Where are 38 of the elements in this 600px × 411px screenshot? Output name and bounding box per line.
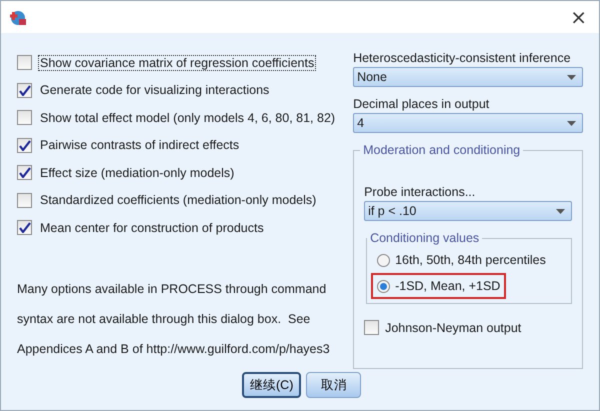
field-label: Probe interactions... [364, 185, 476, 199]
checkbox-label[interactable]: Generate code for visualizing interactions [38, 82, 272, 98]
dropdown-arrow-icon [567, 74, 576, 80]
radio-label[interactable]: -1SD, Mean, +1SD [395, 279, 500, 293]
close-button[interactable]: × [566, 7, 591, 27]
checkbox-label[interactable]: Pairwise contrasts of indirect effects [38, 137, 242, 154]
info-text: syntax are not available through this dialog box. See [17, 310, 312, 328]
checkbox[interactable] [17, 138, 32, 153]
checkbox[interactable] [17, 192, 32, 208]
inference-dropdown[interactable]: None [353, 67, 583, 87]
checkbox[interactable] [17, 220, 32, 236]
checkbox-label[interactable]: Mean center for construction of products [38, 220, 266, 236]
cancel-button[interactable]: 取消 [306, 372, 362, 398]
checkbox[interactable] [17, 165, 32, 180]
radio-label[interactable]: 16th, 50th, 84th percentiles [395, 253, 546, 267]
group-title: Moderation and conditioning [362, 143, 522, 157]
checkbox-label[interactable]: Show covariance matrix of regression coefficients [38, 54, 316, 71]
info-text: Appendices A and B of http://www.guilford.com/p/hayes3 [17, 340, 331, 358]
field-label: Decimal places in output [353, 97, 490, 111]
app-icon [10, 8, 27, 26]
field-label: Heteroscedasticity-consistent inference [353, 51, 572, 65]
radio-button[interactable] [377, 280, 390, 292]
probe-dropdown[interactable]: if p < .10 [364, 201, 572, 221]
checkbox[interactable] [17, 110, 32, 126]
continue-button[interactable]: 继续(C) [242, 372, 302, 398]
info-text: Many options available in PROCESS through command [17, 280, 328, 298]
checkbox-label[interactable]: Johnson-Neyman output [385, 320, 522, 335]
checkbox[interactable] [364, 320, 380, 336]
dropdown-arrow-icon [567, 120, 576, 126]
decimals-dropdown[interactable]: 4 [353, 113, 583, 133]
dropdown-arrow-icon [556, 208, 565, 214]
checkbox[interactable] [17, 55, 32, 70]
radio-button[interactable] [377, 254, 390, 266]
checkbox-label[interactable]: Show total effect model (only models 4, 6, 80, 81, 82) [38, 110, 338, 126]
checkbox-label[interactable]: Effect size (mediation-only models) [38, 164, 236, 181]
checkbox[interactable] [17, 82, 32, 98]
group-title: Conditioning values [369, 231, 480, 245]
checkbox-label[interactable]: Standardized coefficients (mediation-only models) [38, 192, 318, 208]
